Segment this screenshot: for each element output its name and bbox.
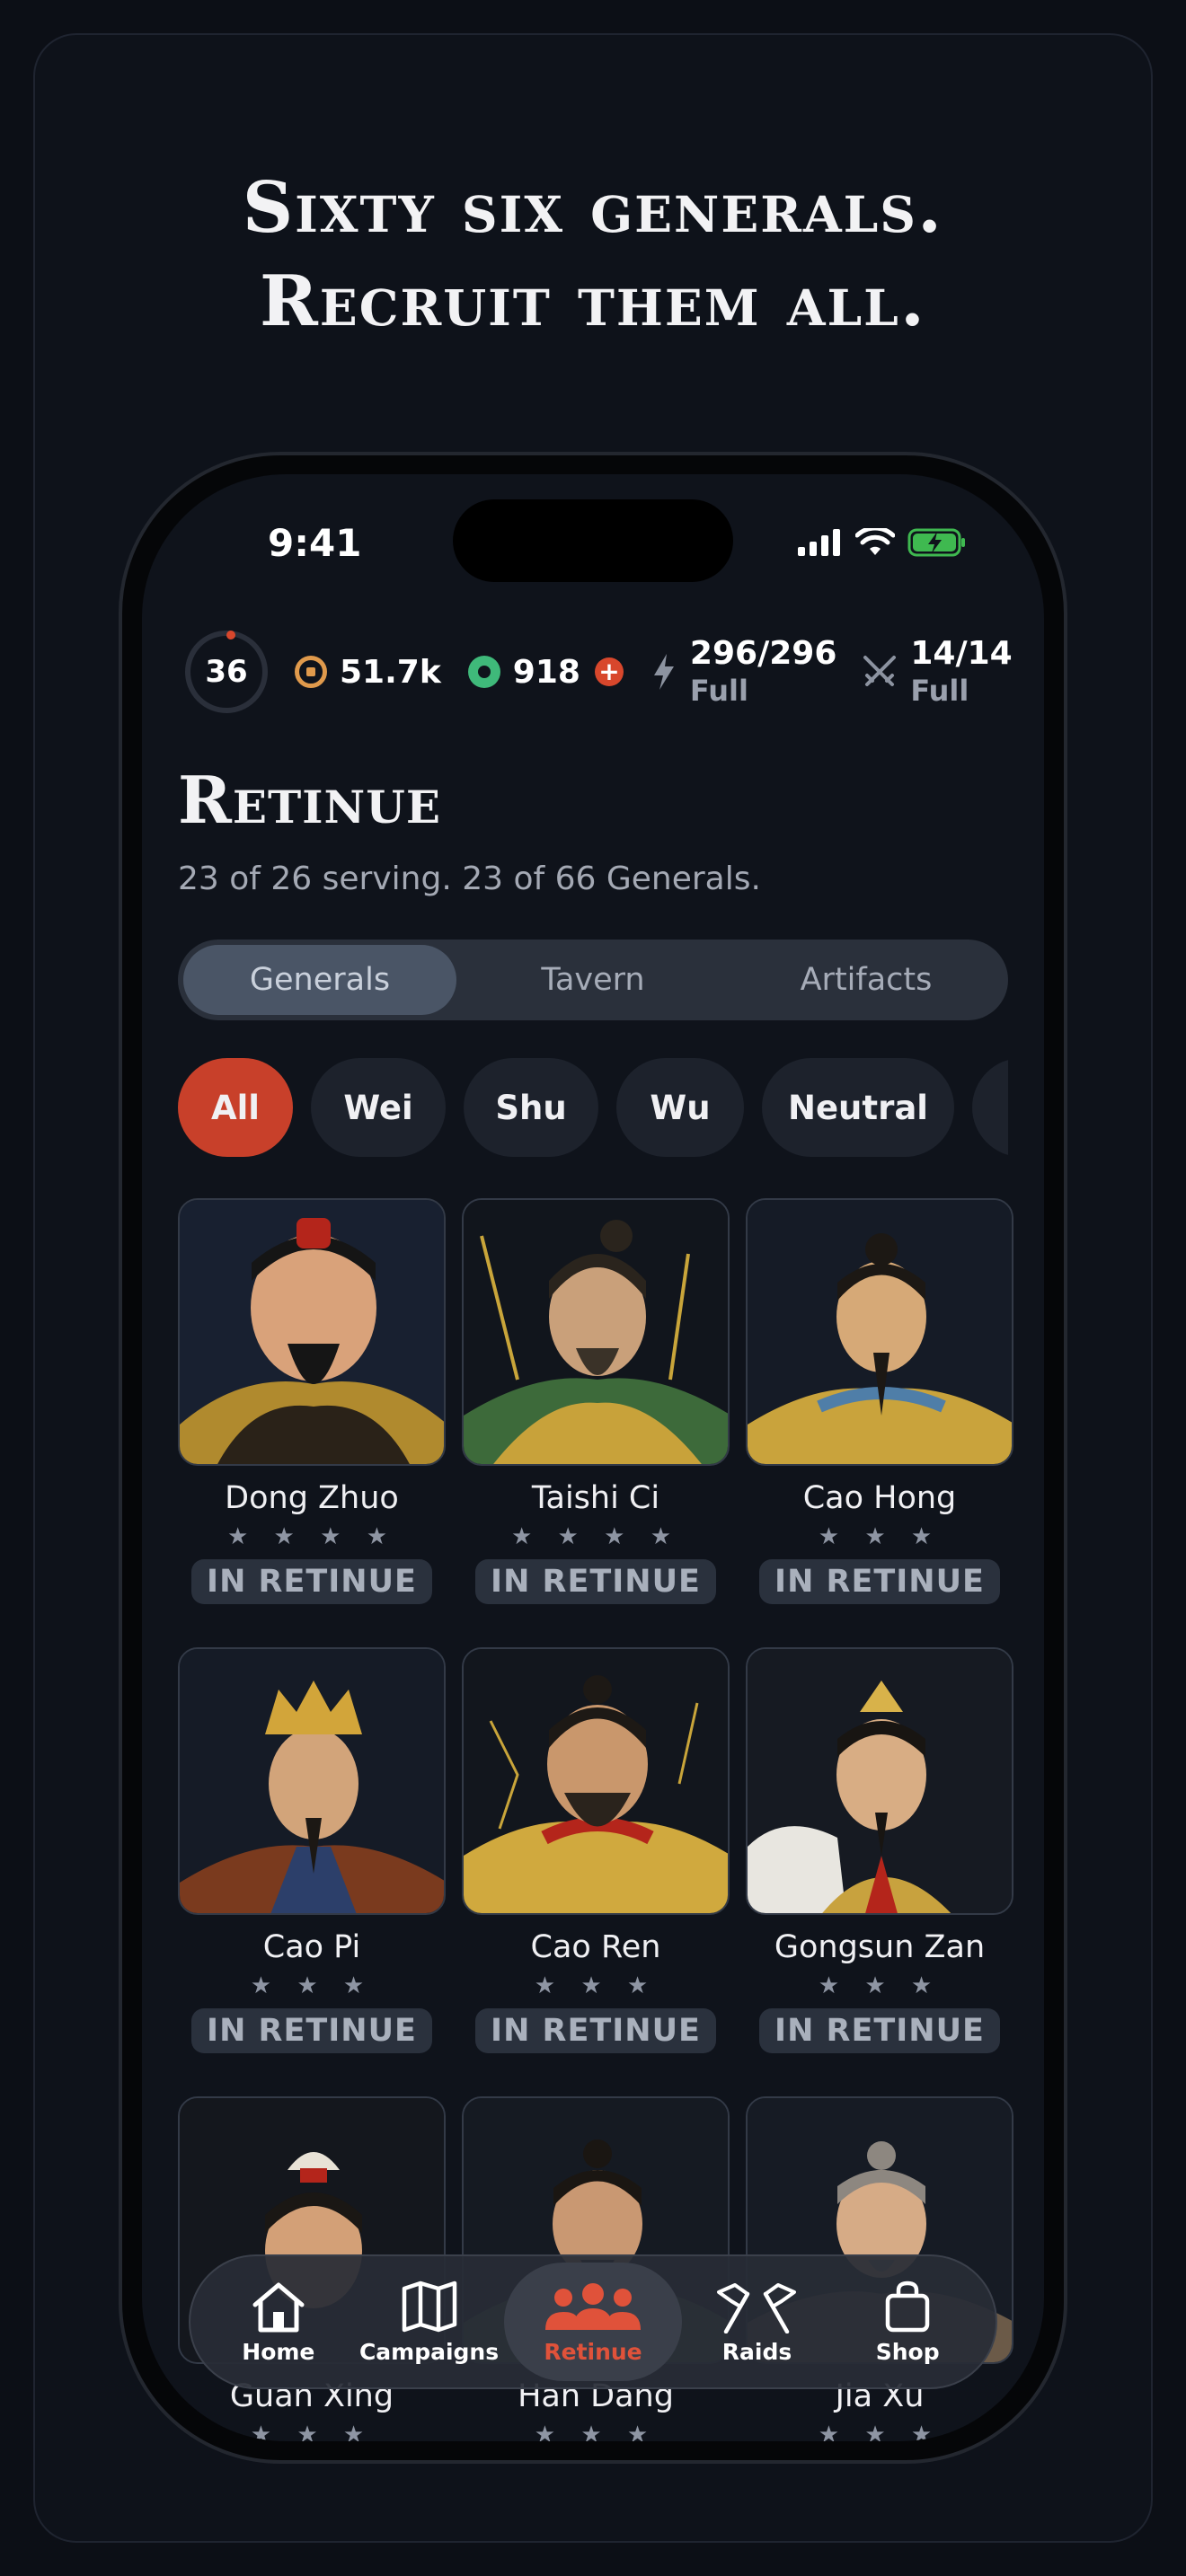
in-retinue-badge: IN RETINUE (475, 1559, 716, 1604)
general-name: Cao Pi (262, 1929, 361, 1965)
general-name: Dong Zhuo (225, 1480, 399, 1516)
tab-retinue[interactable]: Retinue (504, 2263, 682, 2381)
segment-tavern[interactable]: Tavern (456, 945, 730, 1015)
gems-counter[interactable]: 918 + (467, 653, 624, 691)
battles-value: 14/14 (910, 635, 1013, 673)
player-level-ring[interactable]: 36 (185, 631, 268, 713)
in-retinue-badge: IN RETINUE (759, 2008, 1000, 2053)
filter-chip-neutral[interactable]: Neutral (762, 1058, 954, 1157)
system-icons (798, 528, 967, 557)
filter-chip-shu[interactable]: Shu (464, 1058, 598, 1157)
wifi-icon (855, 528, 895, 555)
general-card[interactable]: Dong Zhuo ★ ★ ★ ★ IN RETINUE (178, 1198, 446, 1604)
general-card[interactable]: Cao Pi ★ ★ ★ IN RETINUE (178, 1647, 446, 2053)
general-stars: ★ ★ ★ ★ (226, 1523, 397, 1550)
tab-raids[interactable]: Raids (682, 2263, 833, 2381)
general-portrait (462, 1647, 730, 1915)
general-card[interactable]: Cao Hong ★ ★ ★ IN RETINUE (746, 1198, 1013, 1604)
tab-shop[interactable]: Shop (832, 2263, 983, 2381)
filter-chip-more[interactable] (972, 1058, 1008, 1157)
energy-value: 296/296 (689, 635, 837, 673)
filter-chip-wei[interactable]: Wei (311, 1058, 446, 1157)
in-retinue-badge: IN RETINUE (759, 1559, 1000, 1604)
gem-icon (467, 656, 500, 688)
general-card[interactable]: Gongsun Zan ★ ★ ★ IN RETINUE (746, 1647, 1013, 2053)
general-name: Gongsun Zan (774, 1929, 986, 1965)
general-stars: ★ ★ ★ (250, 2422, 374, 2441)
bottom-tab-bar: Home Campaigns Retinue Raids Shop (189, 2254, 997, 2389)
people-icon (545, 2282, 641, 2330)
page-subtitle: 23 of 26 serving. 23 of 66 Generals. (178, 860, 761, 897)
signal-icon (798, 529, 840, 556)
general-stars: ★ ★ ★ (534, 2422, 658, 2441)
segment-generals[interactable]: Generals (183, 945, 456, 1015)
in-retinue-badge: IN RETINUE (191, 1559, 432, 1604)
energy-counter[interactable]: 296/296 Full (651, 637, 836, 706)
filter-chip-all[interactable]: All (178, 1058, 293, 1157)
general-card[interactable]: Cao Ren ★ ★ ★ IN RETINUE (462, 1647, 730, 2053)
filter-chip-wu[interactable]: Wu (616, 1058, 744, 1157)
tab-campaigns-label: Campaigns (358, 2338, 500, 2365)
battles-counter[interactable]: 14/14 Full (862, 635, 1013, 709)
general-stars: ★ ★ ★ ★ (510, 1523, 681, 1550)
in-retinue-badge: IN RETINUE (191, 2008, 432, 2053)
energy-state: Full (689, 674, 748, 709)
general-stars: ★ ★ ★ (818, 1523, 942, 1550)
gems-value: 918 (512, 653, 580, 691)
home-icon (252, 2282, 305, 2332)
coins-value: 51.7k (340, 653, 441, 691)
segment-artifacts[interactable]: Artifacts (730, 945, 1003, 1015)
promo-headline: Sixty six generals. Recruit them all. (0, 162, 1186, 348)
crossed-swords-icon (863, 655, 897, 686)
battery-charging-icon (907, 528, 965, 557)
in-retinue-badge: IN RETINUE (475, 2008, 716, 2053)
general-name: Taishi Ci (531, 1480, 660, 1516)
general-stars: ★ ★ ★ (250, 1972, 374, 1999)
status-bar: 9:41 (142, 474, 1044, 627)
tab-home-label: Home (242, 2338, 315, 2365)
resource-bar: 36 51.7k 918 + 296/296 Full 14/14 Full (142, 618, 1044, 726)
headline-line-1: Sixty six generals. (242, 167, 944, 249)
faction-filter-row: All Wei Shu Wu Neutral (178, 1058, 1008, 1157)
lightning-icon (653, 653, 674, 690)
coins-counter[interactable]: 51.7k (295, 654, 441, 691)
app-screen: 9:41 36 51.7k 918 + 296/296 Full 14/14 F… (142, 474, 1044, 2441)
tab-campaigns[interactable]: Campaigns (354, 2263, 505, 2381)
segmented-control: Generals Tavern Artifacts (178, 940, 1008, 1020)
headline-line-2: Recruit them all. (259, 260, 927, 342)
tab-shop-label: Shop (875, 2338, 940, 2365)
coin-icon (295, 656, 327, 688)
general-portrait (746, 1198, 1013, 1466)
dynamic-island (453, 499, 733, 582)
general-name: Cao Ren (530, 1929, 661, 1965)
flags-icon (717, 2282, 797, 2333)
general-name: Cao Hong (802, 1480, 957, 1516)
status-time: 9:41 (268, 521, 362, 565)
general-card[interactable]: Taishi Ci ★ ★ ★ ★ IN RETINUE (462, 1198, 730, 1604)
battles-state: Full (910, 674, 969, 709)
tab-raids-label: Raids (721, 2338, 792, 2365)
general-portrait (178, 1647, 446, 1915)
map-icon (402, 2280, 456, 2332)
general-stars: ★ ★ ★ (534, 1972, 658, 1999)
general-stars: ★ ★ ★ (818, 1972, 942, 1999)
general-portrait (462, 1198, 730, 1466)
tab-home[interactable]: Home (203, 2263, 354, 2381)
general-portrait (746, 1647, 1013, 1915)
bag-icon (885, 2280, 930, 2332)
tab-retinue-label: Retinue (544, 2338, 642, 2365)
add-gems-button[interactable]: + (594, 657, 624, 686)
general-portrait (178, 1198, 446, 1466)
general-stars: ★ ★ ★ (818, 2422, 942, 2441)
page-title: Retinue (178, 762, 441, 838)
